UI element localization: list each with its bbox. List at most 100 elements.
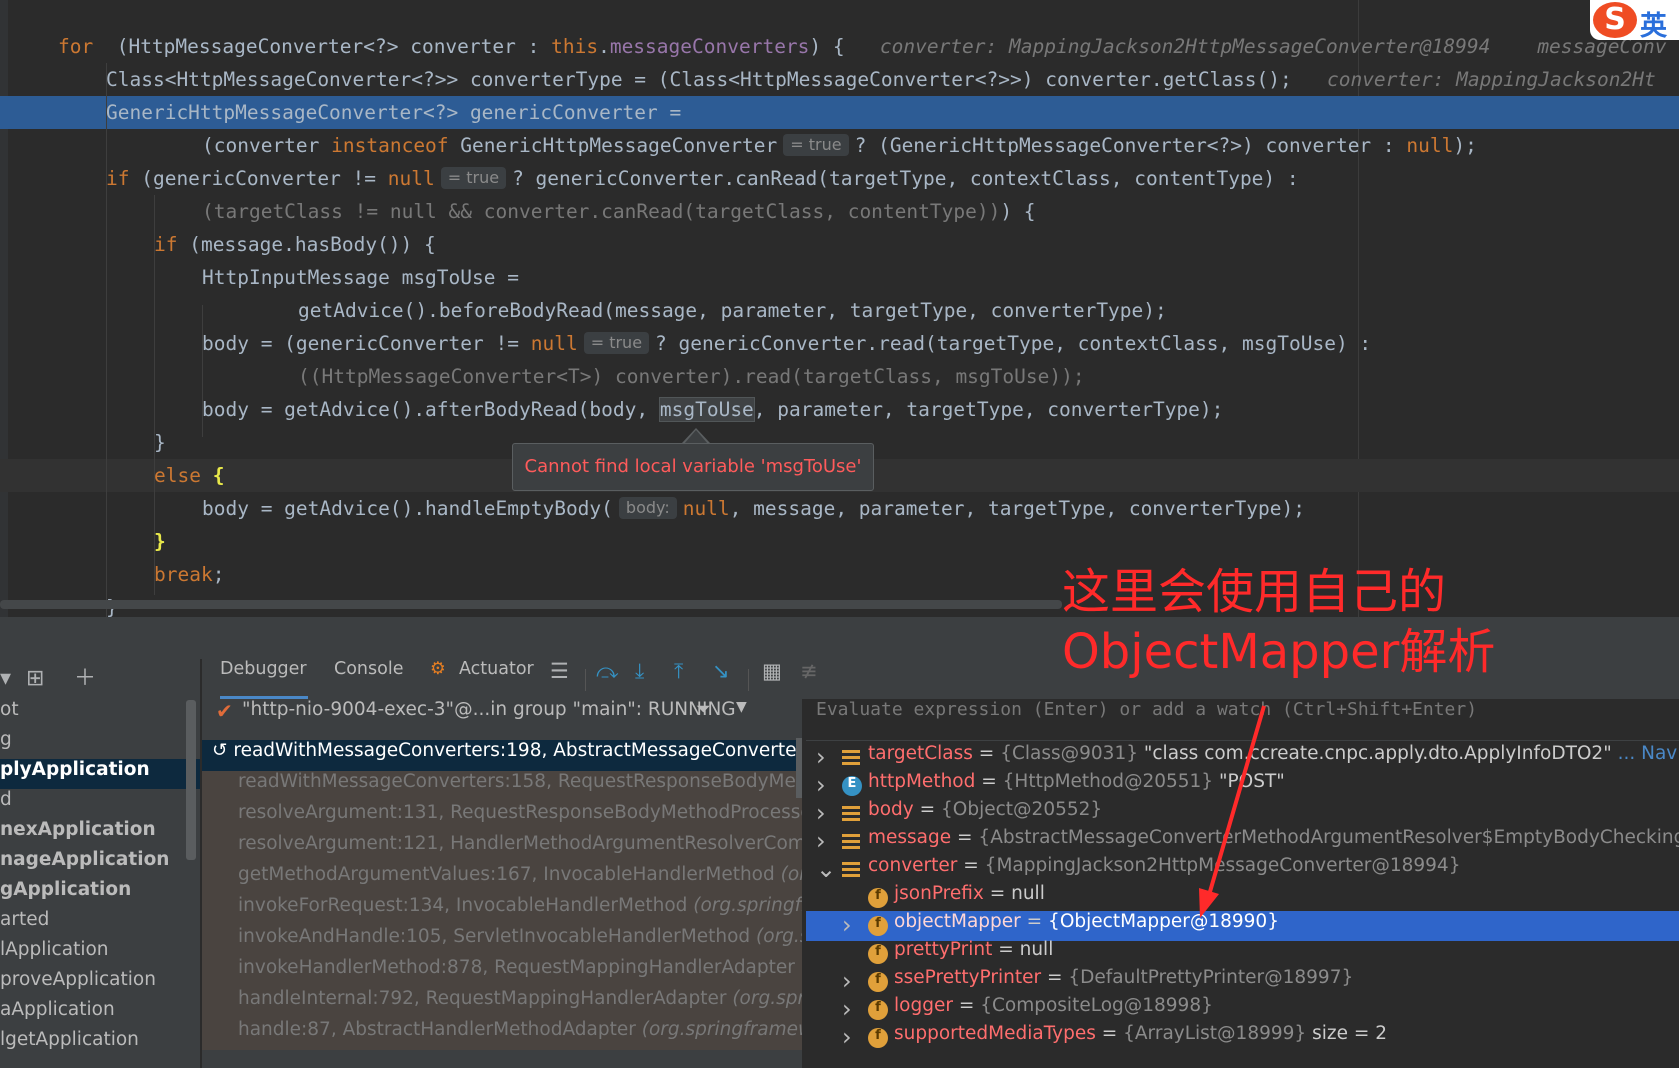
tab-console[interactable]: Console: [334, 659, 403, 699]
code-token: GenericHttpMessageConverter: [448, 134, 778, 157]
step-over-icon[interactable]: ⤼: [596, 659, 618, 684]
variable-row[interactable]: ⌄ converter = {MappingJackson2HttpMessage…: [806, 855, 1679, 885]
editor-horizontal-scrollbar[interactable]: [0, 600, 1062, 609]
service-item[interactable]: g: [0, 729, 200, 759]
service-item[interactable]: proveApplication: [0, 969, 200, 999]
ime-language-label[interactable]: 英: [1640, 4, 1667, 43]
code-line[interactable]: ((HttpMessageConverter<T>) converter).re…: [0, 360, 1679, 393]
service-item[interactable]: ot: [0, 699, 200, 729]
sogou-ime-icon[interactable]: S: [1593, 2, 1637, 38]
stack-frame[interactable]: invokeForRequest:134, InvocableHandlerMe…: [202, 895, 802, 926]
annotation-text: 这里会使用自己的 ObjectMapper解析: [1062, 562, 1495, 682]
variable-row[interactable]: › targetClass = {Class@9031} "class com.c…: [806, 743, 1679, 773]
chevron-right-icon[interactable]: ›: [816, 743, 826, 771]
frame-label: readWithMessageConverters:158, RequestRe…: [238, 771, 802, 792]
frame-package: (org.s: [780, 864, 802, 885]
filter-icon[interactable]: ▾: [0, 659, 11, 699]
chevron-down-icon[interactable]: ▼: [736, 699, 747, 715]
tab-actuator[interactable]: Actuator: [459, 659, 534, 699]
variable-value: size = 2: [1312, 1023, 1387, 1044]
step-out-icon[interactable]: ⤒: [674, 659, 683, 684]
trace-stream-icon[interactable]: ≢: [800, 659, 818, 683]
chevron-right-icon[interactable]: ›: [816, 827, 826, 855]
variable-value: null: [1011, 883, 1045, 904]
code-token: if: [106, 167, 130, 190]
code-token: msgToUse: [658, 397, 755, 422]
code-token: null: [387, 167, 435, 190]
variable-row[interactable]: › message = {AbstractMessageConverterMeth…: [806, 827, 1679, 857]
code-line[interactable]: if (genericConverter != null = true? gene…: [0, 162, 1679, 195]
service-item[interactable]: nexApplication: [0, 819, 200, 849]
add-group-icon[interactable]: ⊞: [26, 659, 44, 699]
service-item[interactable]: nageApplication: [0, 849, 200, 879]
service-item[interactable]: gApplication: [0, 879, 200, 909]
code-line[interactable]: HttpInputMessage msgToUse =: [0, 261, 1679, 294]
navigate-link[interactable]: ... Navigate: [1618, 743, 1679, 764]
add-service-icon[interactable]: ＋: [74, 659, 96, 699]
current-frame-icon: ↺: [212, 740, 234, 761]
variable-value: "POST": [1218, 771, 1285, 792]
stack-frame[interactable]: invokeHandlerMethod:878, RequestMappingH…: [202, 957, 802, 988]
stack-frame[interactable]: invokeAndHandle:105, ServletInvocableHan…: [202, 926, 802, 957]
frame-label: resolveArgument:121, HandlerMethodArgume…: [238, 833, 802, 854]
code-token: for: [58, 35, 94, 58]
evaluate-expression-icon[interactable]: ▦: [762, 659, 782, 683]
stack-frame[interactable]: getMethodArgumentValues:167, InvocableHa…: [202, 864, 802, 895]
stack-frame[interactable]: handle:87, AbstractHandlerMethodAdapter …: [202, 1019, 802, 1050]
service-item[interactable]: arted: [0, 909, 200, 939]
code-line[interactable]: body = getAdvice().handleEmptyBody(body:…: [0, 492, 1679, 525]
service-item[interactable]: plyApplication: [0, 759, 200, 789]
chevron-right-icon[interactable]: ›: [842, 967, 852, 995]
stack-frame[interactable]: readWithMessageConverters:158, RequestRe…: [202, 771, 802, 802]
code-line[interactable]: for (HttpMessageConverter<?> converter :…: [0, 30, 1679, 63]
chevron-right-icon[interactable]: ›: [842, 1023, 852, 1051]
code-token: if: [154, 233, 178, 256]
code-line[interactable]: if (message.hasBody()) {: [0, 228, 1679, 261]
stack-frame[interactable]: handleInternal:792, RequestMappingHandle…: [202, 988, 802, 1019]
run-to-cursor-icon[interactable]: ↘: [712, 659, 730, 683]
variable-row[interactable]: › f supportedMediaTypes = {ArrayList@18999…: [806, 1023, 1679, 1053]
chevron-right-icon[interactable]: ›: [842, 995, 852, 1023]
code-line[interactable]: body = (genericConverter != null = true? …: [0, 327, 1679, 360]
chevron-right-icon[interactable]: ›: [816, 771, 826, 799]
variables-panel: Evaluate expression (Enter) or add a wat…: [806, 699, 1679, 1068]
indent-guide: [154, 195, 155, 595]
code-line[interactable]: (converter instanceof GenericHttpMessage…: [0, 129, 1679, 162]
variable-row[interactable]: › f ssePrettyPrinter = {DefaultPrettyPrint…: [806, 967, 1679, 997]
indent-guide: [202, 305, 203, 375]
stack-frame[interactable]: resolveArgument:121, HandlerMethodArgume…: [202, 833, 802, 864]
service-item[interactable]: lApplication: [0, 939, 200, 969]
variable-row[interactable]: f prettyPrint = null: [806, 939, 1679, 969]
code-line[interactable]: getAdvice().beforeBodyRead(message, para…: [0, 294, 1679, 327]
filter-funnel-icon[interactable]: ⏷: [696, 699, 711, 720]
variable-row[interactable]: › body = {Object@20552}: [806, 799, 1679, 829]
service-item[interactable]: d: [0, 789, 200, 819]
chevron-right-icon[interactable]: ›: [816, 799, 826, 827]
variable-row[interactable]: › EhttpMethod = {HttpMethod@20551} "POST": [806, 771, 1679, 801]
thread-selector[interactable]: ✔ "http-nio-9004-exec-3"@...in group "ma…: [202, 699, 802, 737]
services-scrollbar[interactable]: [186, 700, 196, 860]
variable-row[interactable]: › f objectMapper = {ObjectMapper@18990}: [806, 911, 1679, 941]
code-line[interactable]: Class<HttpMessageConverter<?>> converter…: [0, 63, 1679, 96]
step-into-icon[interactable]: ⤓: [635, 659, 644, 684]
service-item[interactable]: aApplication: [0, 999, 200, 1029]
field-icon: f: [868, 1028, 888, 1048]
show-execution-point-icon[interactable]: ☰: [550, 659, 569, 683]
chevron-right-icon[interactable]: ›: [842, 911, 852, 939]
stack-frame[interactable]: resolveArgument:131, RequestResponseBody…: [202, 802, 802, 833]
code-line[interactable]: }: [0, 525, 1679, 558]
variable-value: "class com.ccreate.cnpc.apply.dto.ApplyI…: [1143, 743, 1612, 764]
evaluate-expression-input[interactable]: Evaluate expression (Enter) or add a wat…: [806, 699, 1679, 741]
code-line[interactable]: GenericHttpMessageConverter<?> genericCo…: [0, 96, 1679, 129]
variable-row[interactable]: f jsonPrefix = null: [806, 883, 1679, 913]
tab-debugger[interactable]: Debugger: [220, 659, 308, 699]
variable-name: body: [868, 799, 914, 820]
code-line[interactable]: body = getAdvice().afterBodyRead(body, m…: [0, 393, 1679, 426]
variable-row[interactable]: › f logger = {CompositeLog@18998}: [806, 995, 1679, 1025]
code-editor[interactable]: for (HttpMessageConverter<?> converter :…: [0, 0, 1679, 617]
stack-frame[interactable]: ↺ readWithMessageConverters:198, Abstrac…: [202, 740, 802, 771]
code-line[interactable]: (targetClass != null && converter.canRea…: [0, 195, 1679, 228]
service-item[interactable]: lgetApplication: [0, 1029, 200, 1059]
chevron-down-icon[interactable]: ⌄: [816, 855, 836, 883]
actuator-icon[interactable]: ⚙: [430, 659, 446, 699]
